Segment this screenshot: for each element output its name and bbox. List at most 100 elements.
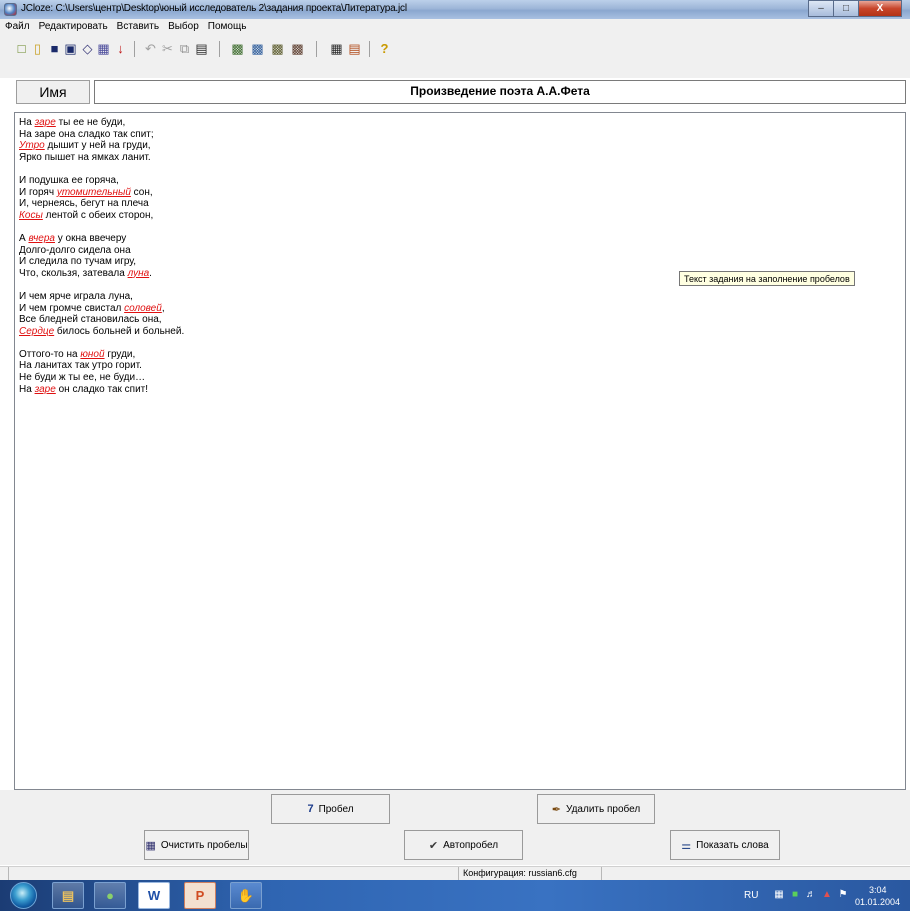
gap-word[interactable]: юной (80, 349, 104, 360)
undo-icon[interactable]: ↶ (143, 40, 158, 56)
gap-tool-3-icon[interactable]: ▩ (270, 40, 285, 56)
menu-edit[interactable]: Редактировать (34, 21, 112, 32)
clear-icon[interactable]: ◇ (80, 40, 95, 56)
paste-icon[interactable]: ▤ (194, 40, 209, 56)
flag-icon[interactable]: ⚑ (837, 889, 849, 901)
menu-select[interactable]: Выбор (163, 21, 203, 32)
poem-text-segment: И следила по тучам игру, (19, 256, 137, 268)
poem-line: Что, скользя, затевала луна. (19, 268, 184, 280)
poem-line: Ярко пышет на ямках ланит. (19, 152, 184, 164)
explorer-icon[interactable]: ▤ (52, 882, 84, 909)
config-icon[interactable]: ▦ (329, 40, 344, 56)
start-button[interactable] (10, 882, 37, 909)
open-icon[interactable]: ▯ (30, 40, 45, 56)
power-icon[interactable]: ▲ (821, 889, 833, 901)
gap-button[interactable]: 7 Пробел (271, 794, 390, 824)
people-icon[interactable]: ● (94, 882, 126, 909)
clock-date[interactable]: 01.01.2004 (855, 897, 900, 907)
poem-text-segment: сон, (130, 186, 153, 198)
poem-text-segment: Что, скользя, затевала (19, 267, 128, 279)
poem-line: Все бледней становилась она, (19, 314, 184, 326)
status-divider (8, 867, 9, 881)
menu-bar: Файл Редактировать Вставить Выбор Помощь (0, 19, 910, 34)
gap-icon: 7 (307, 803, 314, 815)
help-icon[interactable]: ? (377, 40, 392, 56)
poem-line: И чем громче свистал соловей, (19, 303, 184, 315)
clear-gaps-icon: ▦ (145, 839, 156, 852)
gap-word[interactable]: соловей (124, 303, 162, 314)
gap-word[interactable]: утомительный (57, 187, 131, 198)
copy-icon[interactable]: ⧉ (177, 40, 192, 56)
clear-gaps-button[interactable]: ▦ Очистить пробелы (144, 830, 249, 860)
output-icon[interactable]: ▤ (347, 40, 362, 56)
gap-word[interactable]: Сердце (19, 326, 54, 337)
toolbar-separator (219, 41, 220, 57)
delete-gap-button-label: Удалить пробел (566, 803, 641, 815)
window-title-bar[interactable]: JCloze: C:\Users\центр\Desktop\юный иссл… (0, 0, 910, 19)
hotpotatoes-icon[interactable]: ✋ (230, 882, 262, 909)
poem-text-segment: И подушка ее горяча, (19, 174, 119, 186)
menu-file[interactable]: Файл (0, 21, 34, 32)
gap-word[interactable]: вчера (28, 233, 55, 244)
gap-word[interactable]: Утро (19, 140, 45, 151)
export-icon[interactable]: ▦ (96, 40, 111, 56)
name-button[interactable]: Имя (16, 80, 90, 104)
poem-line: Долго-долго сидела она (19, 245, 184, 257)
maximize-button[interactable]: □ (833, 0, 859, 17)
keyboard-icon[interactable]: ▦ (773, 889, 785, 901)
poem-line: Косы лентой с обеих сторон, (19, 210, 184, 222)
gap-word[interactable]: Косы (19, 210, 43, 221)
save-as-icon[interactable]: ▣ (63, 40, 78, 56)
poem-line: И чем ярче играла луна, (19, 291, 184, 303)
eraser-icon: ✒ (551, 803, 562, 816)
powerpoint-icon[interactable]: P (184, 882, 216, 909)
poem-text-segment: И горяч (19, 186, 57, 198)
exercise-title-field[interactable]: Произведение поэта А.А.Фета (94, 80, 906, 104)
status-divider (601, 867, 602, 881)
new-icon[interactable]: □ (14, 40, 29, 56)
auto-gap-button-label: Автопробел (443, 839, 499, 851)
poem-line: На заре она сладко так спит; (19, 129, 184, 141)
word-icon[interactable]: W (138, 882, 170, 909)
auto-gap-button[interactable]: ✔ Автопробел (404, 830, 523, 860)
poem-text-segment: груди, (104, 348, 136, 360)
network-icon[interactable]: ■ (789, 889, 801, 901)
poem-text-segment: билось больней и больней. (54, 325, 185, 337)
cut-icon[interactable]: ✂ (160, 40, 175, 56)
poem-line: Оттого-то на юной груди, (19, 349, 184, 361)
poem-text-segment: он сладко так спит! (55, 383, 149, 395)
close-button[interactable]: X (858, 0, 902, 17)
gap-tool-2-icon[interactable]: ▩ (250, 40, 265, 56)
poem-blank-line (19, 279, 184, 291)
poem-text-segment: Оттого-то на (19, 348, 81, 360)
down-arrow-icon[interactable]: ↓ (113, 40, 128, 56)
poem-text-segment: . (149, 267, 152, 279)
config-status: Конфигурация: russian6.cfg (463, 868, 577, 878)
show-words-button[interactable]: ⚌ Показать слова (670, 830, 780, 860)
gap-tool-4-icon[interactable]: ▩ (290, 40, 305, 56)
clock-time[interactable]: 3:04 (869, 885, 887, 895)
poem-text-segment: лентой с обеих сторон, (42, 209, 154, 221)
menu-help[interactable]: Помощь (203, 21, 251, 32)
language-indicator[interactable]: RU (744, 890, 758, 901)
taskbar: ▤ ● W P ✋ RU ▦ ■ ♬ ▲ ⚑ 3:04 01.01.2004 (0, 880, 910, 911)
poem-blank-line (19, 337, 184, 349)
delete-gap-button[interactable]: ✒ Удалить пробел (537, 794, 655, 824)
auto-gap-icon: ✔ (428, 839, 439, 852)
jcloze-app-icon[interactable] (4, 3, 17, 16)
save-icon[interactable]: ■ (47, 40, 62, 56)
poem-text-segment: у окна ввечеру (54, 232, 127, 244)
toolbar-separator (369, 41, 370, 57)
poem-text-segment: дышит у ней на груди, (44, 140, 151, 152)
menu-insert[interactable]: Вставить (112, 21, 163, 32)
gap-word[interactable]: луна (128, 268, 150, 279)
gap-word[interactable]: заре (35, 117, 56, 128)
gap-word[interactable]: заре (35, 384, 56, 395)
minimize-button[interactable]: – (808, 0, 834, 17)
poem-line: На заре ты ее не буди, (19, 117, 184, 129)
gap-text-editor[interactable]: На заре ты ее не буди, На заре она сладко… (14, 112, 906, 790)
volume-icon[interactable]: ♬ (805, 889, 817, 901)
poem-text-segment: Ярко пышет на ямках ланит. (19, 151, 151, 163)
show-words-icon: ⚌ (681, 839, 692, 852)
gap-tool-1-icon[interactable]: ▩ (230, 40, 245, 56)
